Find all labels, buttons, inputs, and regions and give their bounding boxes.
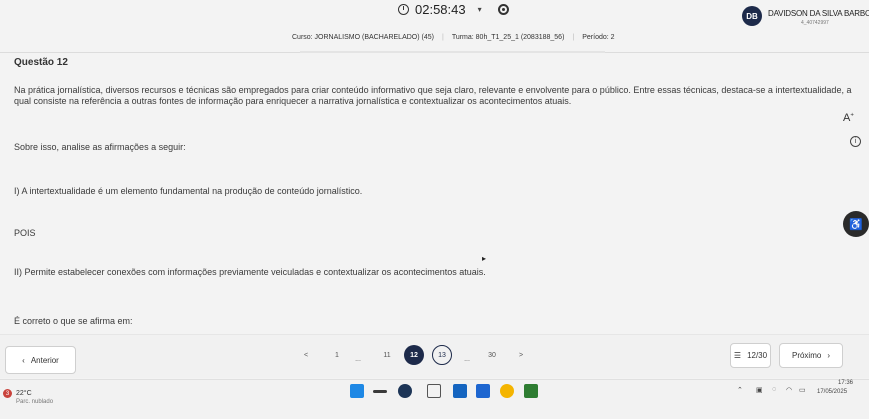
tray-sync-icon[interactable]: ◌	[772, 386, 776, 393]
taskbar-time[interactable]: 17:36	[838, 380, 853, 386]
user-name: DAVIDSON DA SILVA BARBOSA	[768, 9, 869, 18]
list-icon: ☰	[733, 351, 742, 360]
next-button[interactable]: Próximo ›	[779, 343, 843, 368]
chrome-icon[interactable]	[500, 384, 514, 398]
divider: |	[572, 34, 575, 41]
question-prompt: É correto o que se afirma em:	[14, 316, 133, 326]
eye-icon[interactable]	[497, 3, 509, 15]
info-icon[interactable]: i	[850, 136, 861, 147]
timer-value: 02:58:43	[415, 1, 466, 17]
task-view-icon[interactable]	[427, 384, 441, 398]
question-instruction: Sobre isso, analise as afirmações a segu…	[14, 142, 186, 152]
pager-prev-arrow[interactable]: <	[300, 345, 312, 365]
assertion-connector: POIS	[14, 228, 36, 238]
period: Período: 2	[582, 34, 615, 41]
question-count: 12/30	[747, 351, 768, 360]
calculator-icon[interactable]	[524, 384, 538, 398]
user-id: 4_40742997	[801, 20, 829, 26]
next-label: Próximo	[791, 351, 822, 360]
tray-app-icon[interactable]: ▣	[756, 386, 763, 394]
vscode-icon[interactable]	[453, 384, 467, 398]
pager-page-current[interactable]: 12	[404, 345, 424, 365]
question-list-button[interactable]: ☰ 12/30	[730, 343, 771, 368]
assertion-2: II) Permite estabelecer conexões com inf…	[14, 267, 486, 277]
previous-button[interactable]: ‹ Anterior	[5, 346, 76, 374]
wifi-icon[interactable]: ◠	[786, 386, 792, 394]
pager-page-13[interactable]: 13	[432, 345, 452, 365]
tray-chevron-up-icon[interactable]: ⌃	[737, 386, 743, 394]
pager-page-1[interactable]: 1	[332, 345, 342, 365]
pager-next-arrow[interactable]: >	[516, 345, 526, 365]
weather-description[interactable]: Parc. nublado	[16, 399, 53, 405]
pager-ellipsis-right: ...	[464, 355, 470, 363]
battery-icon[interactable]: ▭	[799, 386, 806, 394]
chevron-right-icon: ›	[827, 351, 830, 360]
pager-page-11[interactable]: 11	[381, 345, 393, 365]
header-accent-line	[300, 51, 605, 53]
pager-ellipsis-left: ...	[355, 355, 361, 363]
mouse-cursor-icon: ▸	[482, 254, 487, 263]
app-icon-1[interactable]	[398, 384, 412, 398]
accessibility-icon[interactable]: ♿	[843, 211, 869, 237]
previous-label: Anterior	[30, 355, 59, 365]
font-size-icon[interactable]: A+	[843, 112, 854, 124]
weather-temperature[interactable]: 22°C	[16, 390, 32, 397]
info-label: i	[854, 138, 857, 145]
taskbar-date[interactable]: 17/05/2025	[817, 389, 847, 395]
question-title: Questão 12	[14, 57, 68, 68]
question-statement: Na prática jornalística, diversos recurs…	[14, 85, 852, 106]
avatar[interactable]: DB	[742, 6, 762, 26]
chevron-down-icon[interactable]: ▾	[478, 5, 482, 14]
assertion-1: I) A intertextualidade é um elemento fun…	[14, 186, 363, 196]
search-icon[interactable]	[373, 390, 387, 393]
class-name: Turma: 80h_T1_25_1 (2083188_56)	[451, 34, 565, 41]
exam-page: 02:58:43 ▾ DB DAVIDSON DA SILVA BARBOSA …	[0, 0, 869, 419]
course-info-bar: Curso: JORNALISMO (BACHARELADO) (45) | T…	[292, 34, 615, 41]
course-name: Curso: JORNALISMO (BACHARELADO) (45)	[292, 34, 434, 41]
chevron-left-icon: ‹	[22, 355, 25, 365]
pager-page-30[interactable]: 30	[486, 345, 498, 365]
weather-badge[interactable]: 3	[3, 389, 12, 398]
clock-icon	[398, 3, 409, 15]
teams-icon[interactable]	[476, 384, 490, 398]
exam-timer[interactable]: 02:58:43 ▾	[398, 0, 509, 18]
windows-start-icon[interactable]	[350, 384, 364, 398]
divider: |	[441, 34, 444, 41]
